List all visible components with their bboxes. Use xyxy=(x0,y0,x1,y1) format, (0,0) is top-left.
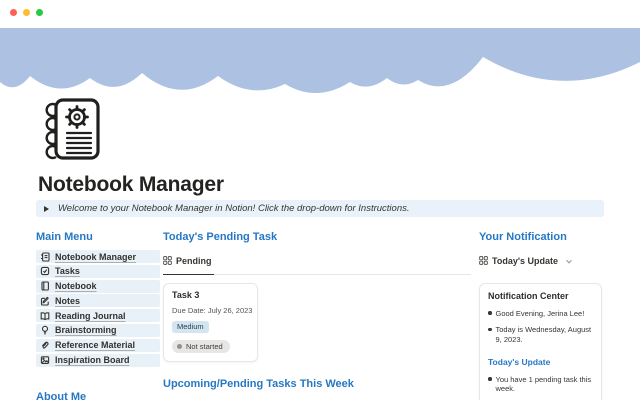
greeting-item: Good Evening, Jerina Lee! xyxy=(488,309,593,318)
sidebar-item-notes[interactable]: Notes xyxy=(36,294,160,307)
task-checkbox-icon xyxy=(40,266,50,276)
status-label: Not started xyxy=(186,342,223,351)
sidebar-item-reading-journal[interactable]: Reading Journal xyxy=(36,309,160,322)
paperclip-icon xyxy=(40,340,50,350)
closed-book-icon xyxy=(40,281,50,291)
tab-todays-update[interactable]: Today's Update xyxy=(479,252,575,274)
window-titlebar xyxy=(0,0,640,28)
sidebar-item-label: Notebook Manager xyxy=(55,252,136,262)
sidebar-item-label: Notes xyxy=(55,296,80,306)
bullet-icon xyxy=(488,311,492,315)
notification-card-title: Notification Center xyxy=(488,291,593,301)
picture-frame-icon xyxy=(40,355,50,365)
task-card[interactable]: Task 3 Due Date: July 26, 2023 Medium No… xyxy=(163,283,258,362)
task-due-date: Due Date: July 26, 2023 xyxy=(172,306,249,315)
gallery-view-icon xyxy=(163,252,172,270)
upcoming-heading: Upcoming/Pending Tasks This Week xyxy=(163,378,471,390)
callout-text: Welcome to your Notebook Manager in Noti… xyxy=(58,203,410,214)
main-menu-section: Main Menu Notebook Manager Tasks Noteboo… xyxy=(36,231,160,368)
about-me-heading: About Me xyxy=(36,391,86,400)
lightbulb-icon xyxy=(40,325,50,335)
sidebar-item-inspiration-board[interactable]: Inspiration Board xyxy=(36,354,160,367)
sidebar-item-label: Inspiration Board xyxy=(55,355,130,365)
tab-label: Today's Update xyxy=(492,256,558,266)
notebook-page-icon[interactable] xyxy=(40,97,104,168)
sidebar-item-label: Reference Material xyxy=(55,340,135,350)
sidebar-item-tasks[interactable]: Tasks xyxy=(36,265,160,278)
sidebar-item-label: Notebook xyxy=(55,281,97,291)
sidebar-item-label: Reading Journal xyxy=(55,311,126,321)
pending-tabbar: Pending xyxy=(163,252,471,275)
pencil-note-icon xyxy=(40,296,50,306)
zoom-window-button[interactable] xyxy=(36,9,43,16)
bullet-icon xyxy=(488,328,492,332)
minimize-window-button[interactable] xyxy=(23,9,30,16)
tab-label: Pending xyxy=(176,256,212,266)
main-menu-list: Notebook Manager Tasks Notebook Notes xyxy=(36,250,160,367)
update-tabbar: Today's Update xyxy=(479,252,604,274)
sidebar-item-reference-material[interactable]: Reference Material xyxy=(36,339,160,352)
notification-section: Your Notification Today's Update Notific… xyxy=(479,231,604,400)
cloud-wave-graphic xyxy=(0,28,640,108)
toggle-triangle-icon[interactable] xyxy=(44,206,49,212)
task-title: Task 3 xyxy=(172,290,249,300)
bullet-icon xyxy=(488,377,492,381)
sidebar-item-label: Tasks xyxy=(55,266,80,276)
priority-badge: Medium xyxy=(172,321,209,333)
notion-window: Notebook Manager Welcome to your Noteboo… xyxy=(0,0,640,400)
gallery-view-icon xyxy=(479,252,488,270)
gear-icon xyxy=(67,107,88,128)
sidebar-item-brainstorming[interactable]: Brainstorming xyxy=(36,324,160,337)
close-window-button[interactable] xyxy=(10,9,17,16)
chevron-down-icon xyxy=(565,252,573,270)
page-title: Notebook Manager xyxy=(38,173,224,197)
status-dot-icon xyxy=(177,344,182,349)
sidebar-item-label: Brainstorming xyxy=(55,325,117,335)
update-item: You have 1 pending task this week. xyxy=(488,375,593,394)
status-badge: Not started xyxy=(172,340,230,353)
todays-update-subheading: Today's Update xyxy=(488,357,593,367)
today-pending-section: Today's Pending Task Pending Task 3 Due … xyxy=(163,231,471,400)
notification-card[interactable]: Notification Center Good Evening, Jerina… xyxy=(479,283,602,400)
main-menu-heading: Main Menu xyxy=(36,231,160,243)
today-pending-heading: Today's Pending Task xyxy=(163,231,471,243)
spiral-notebook-icon xyxy=(40,252,50,262)
notification-heading: Your Notification xyxy=(479,231,604,243)
sidebar-item-notebook-manager[interactable]: Notebook Manager xyxy=(36,250,160,263)
greeting-item: Today is Wednesday, August 9, 2023. xyxy=(488,325,593,344)
open-book-icon xyxy=(40,311,50,321)
welcome-callout: Welcome to your Notebook Manager in Noti… xyxy=(36,200,604,217)
sidebar-item-notebook[interactable]: Notebook xyxy=(36,280,160,293)
tab-pending[interactable]: Pending xyxy=(163,252,214,275)
cover-image xyxy=(0,28,640,108)
